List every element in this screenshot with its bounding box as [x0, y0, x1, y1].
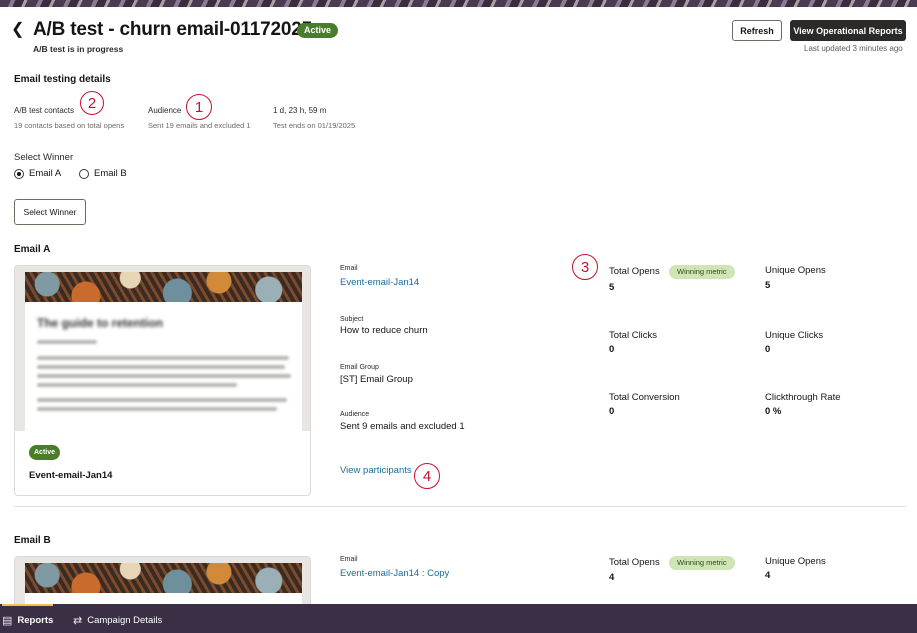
decorative-banner — [0, 0, 917, 7]
audience-sub: Sent 19 emails and excluded 1 — [148, 121, 251, 130]
email-a-card[interactable]: The guide to retention Active Event-emai… — [14, 265, 311, 496]
status-badge: Active — [297, 23, 339, 38]
email-b-total-opens-label: Total Opens — [609, 557, 660, 568]
email-a-total-opens-label: Total Opens — [609, 266, 660, 277]
email-a-group-value: [ST] Email Group — [340, 374, 413, 385]
section-divider — [14, 506, 906, 507]
radio-email-b[interactable]: Email B — [79, 168, 127, 179]
email-a-total-conversion-label: Total Conversion — [609, 392, 680, 403]
report-icon: ▤ — [2, 615, 13, 627]
email-a-unique-opens-label: Unique Opens — [765, 265, 826, 276]
preview-line — [37, 365, 285, 369]
email-a-total-opens: 5 — [609, 282, 615, 293]
email-b-winning-metric-badge: Winning metric — [669, 556, 735, 570]
email-a-unique-clicks: 0 — [765, 344, 771, 355]
page-title: A/B test - churn email-01172025 — [33, 19, 312, 40]
page-subtitle: A/B test is in progress — [33, 44, 124, 54]
audience-label: Audience — [148, 106, 182, 115]
preview-art-image — [25, 272, 302, 302]
preview-title: The guide to retention — [37, 316, 163, 330]
active-tab-indicator — [2, 604, 53, 606]
preview-line — [37, 374, 291, 378]
annotation-marker-3: 3 — [572, 254, 598, 280]
email-preview: The guide to retention — [15, 266, 310, 431]
email-a-group-label: Email Group — [340, 364, 379, 371]
details-heading: Email testing details — [14, 74, 111, 85]
annotation-marker-4: 4 — [414, 463, 440, 489]
card-email-name: Event-email-Jan14 — [29, 470, 113, 481]
email-a-audience-label: Audience — [340, 411, 370, 418]
select-winner-heading: Select Winner — [14, 152, 74, 163]
back-arrow-icon[interactable]: ❮ — [11, 22, 25, 38]
preview-line — [37, 383, 237, 387]
refresh-button[interactable]: Refresh — [732, 20, 782, 41]
tab-reports[interactable]: ▤ Reports — [2, 614, 53, 627]
email-a-ctr: 0 % — [765, 406, 782, 417]
test-end-date: Test ends on 01/19/2025 — [273, 121, 356, 130]
email-preview-page: The guide to retention — [25, 272, 302, 431]
view-operational-reports-button[interactable]: View Operational Reports — [790, 20, 906, 41]
email-a-total-conversion: 0 — [609, 406, 615, 417]
email-a-unique-opens: 5 — [765, 280, 771, 291]
preview-line — [37, 340, 97, 344]
tab-reports-label: Reports — [17, 615, 54, 626]
card-status-badge: Active — [29, 445, 61, 460]
ab-contacts-sub: 19 contacts based on total opens — [14, 121, 125, 130]
email-b-unique-opens: 4 — [765, 570, 771, 581]
view-participants-link[interactable]: View participants — [340, 465, 412, 476]
email-b-email-label: Email — [340, 556, 358, 563]
tab-campaign-details-label: Campaign Details — [87, 615, 163, 626]
annotation-marker-2: 2 — [80, 91, 104, 115]
email-a-subject-label: Subject — [340, 316, 364, 323]
email-a-subject-value: How to reduce churn — [340, 325, 428, 336]
radio-email-b-label: Email B — [94, 168, 127, 179]
radio-unchecked-icon[interactable] — [79, 168, 89, 179]
email-b-heading: Email B — [14, 535, 51, 546]
email-a-unique-clicks-label: Unique Clicks — [765, 330, 824, 341]
preview-art-image — [25, 563, 302, 593]
preview-line — [37, 398, 287, 402]
email-a-email-label: Email — [340, 265, 358, 272]
last-updated-text: Last updated 3 minutes ago — [804, 44, 903, 53]
select-winner-button[interactable]: Select Winner — [14, 199, 86, 225]
email-a-total-clicks-label: Total Clicks — [609, 330, 658, 341]
tab-campaign-details[interactable]: ⇄ Campaign Details — [73, 614, 162, 627]
preview-line — [37, 407, 277, 411]
email-b-email-link[interactable]: Event-email-Jan14 : Copy — [340, 568, 449, 579]
email-a-ctr-label: Clickthrough Rate — [765, 392, 841, 403]
annotation-marker-1: 1 — [186, 94, 212, 120]
preview-line — [37, 356, 289, 360]
campaign-details-icon: ⇄ — [73, 615, 83, 627]
email-a-heading: Email A — [14, 244, 51, 255]
winning-metric-badge: Winning metric — [669, 265, 735, 279]
ab-contacts-label: A/B test contacts — [14, 106, 75, 115]
email-b-total-opens: 4 — [609, 572, 615, 583]
radio-email-a-label: Email A — [29, 168, 62, 179]
email-a-audience-value: Sent 9 emails and excluded 1 — [340, 421, 465, 432]
email-a-total-clicks: 0 — [609, 344, 615, 355]
time-remaining: 1 d, 23 h, 59 m — [273, 106, 327, 115]
radio-email-a[interactable]: Email A — [14, 168, 61, 179]
email-a-email-link[interactable]: Event-email-Jan14 — [340, 277, 419, 288]
radio-checked-icon[interactable] — [14, 168, 24, 179]
email-b-unique-opens-label: Unique Opens — [765, 556, 826, 567]
